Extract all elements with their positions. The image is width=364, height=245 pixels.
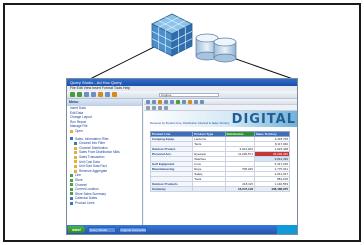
left-menu-pane: Menu Insert Data Edit Data Change Layout…: [67, 99, 143, 227]
folder-icon: [74, 155, 77, 159]
banner-logo-text: DIGITAL: [231, 112, 296, 127]
line-icon: [70, 174, 73, 178]
location-icon: [70, 187, 73, 191]
report-pane: Revenue by Product Line, Distribution Ch…: [144, 99, 297, 227]
taskbar-item[interactable]: Cognos Connection: [118, 226, 147, 233]
report-caption: Revenue by Product Line, Distribution Ch…: [150, 121, 230, 125]
cut-icon[interactable]: [158, 99, 162, 104]
group-icon[interactable]: [200, 99, 204, 104]
summary-icon: [70, 192, 73, 196]
underline-icon[interactable]: [158, 105, 162, 110]
paste-icon[interactable]: [170, 99, 174, 104]
open-icon: [70, 129, 73, 133]
cell-product-line: Summary: [149, 186, 194, 192]
filter-icon: [74, 141, 77, 145]
cell-product-type: [192, 186, 226, 192]
address-bar[interactable]: Cognos: [159, 92, 219, 97]
filter-icon: [70, 137, 73, 141]
folder-icon: [74, 151, 77, 155]
calendar-icon: [70, 197, 73, 201]
home-icon[interactable]: [98, 92, 103, 97]
favorites-icon[interactable]: [112, 92, 117, 97]
olap-cube-icon: [148, 12, 196, 58]
store-icon: [70, 178, 73, 182]
folder-icon: [74, 169, 77, 173]
browser-toolbar: Cognos: [67, 91, 297, 99]
folder-icon: [74, 164, 77, 168]
search-icon[interactable]: [105, 92, 110, 97]
folder-icon: [74, 146, 77, 150]
cell-distribution: 16,047,118: [224, 186, 255, 192]
forward-icon[interactable]: [77, 92, 82, 97]
folder-icon: [74, 160, 77, 164]
start-button[interactable]: start: [68, 226, 85, 233]
refresh-icon[interactable]: [91, 92, 96, 97]
taskbar: start Query Studio Cognos Connection: [67, 225, 297, 234]
window-title: Query Studio - Ad Hoc Query: [67, 79, 297, 86]
filter-icon[interactable]: [176, 99, 180, 104]
bold-icon[interactable]: [146, 105, 150, 110]
back-icon[interactable]: [70, 92, 75, 97]
save-icon[interactable]: [152, 99, 156, 104]
align-icon[interactable]: [164, 105, 168, 110]
stop-icon[interactable]: [84, 92, 89, 97]
database-cylinder-icon: [192, 30, 240, 64]
menu-header: Menu: [67, 99, 142, 106]
chart-icon[interactable]: [188, 99, 192, 104]
taskbar-item[interactable]: Query Studio: [87, 226, 116, 233]
sum-icon[interactable]: [194, 99, 198, 104]
table-row[interactable]: Summary 16,047,118 438,486,975: [149, 186, 291, 192]
app-screenshot: Query Studio - Ad Hoc Query File Edit Vi…: [66, 78, 298, 235]
italic-icon[interactable]: [152, 105, 156, 110]
sort-icon[interactable]: [182, 99, 186, 104]
copy-icon[interactable]: [164, 99, 168, 104]
channel-icon: [70, 183, 73, 187]
system-tray: [277, 225, 297, 234]
new-icon[interactable]: [146, 99, 150, 104]
report-banner: Revenue by Product Line, Distribution Ch…: [144, 111, 297, 127]
tree-item[interactable]: Product Lines: [67, 201, 142, 206]
cell-sales-territory: 438,486,975: [253, 186, 291, 192]
product-icon: [70, 201, 73, 205]
report-table: Product Line Product Type Distribution S…: [149, 131, 291, 192]
